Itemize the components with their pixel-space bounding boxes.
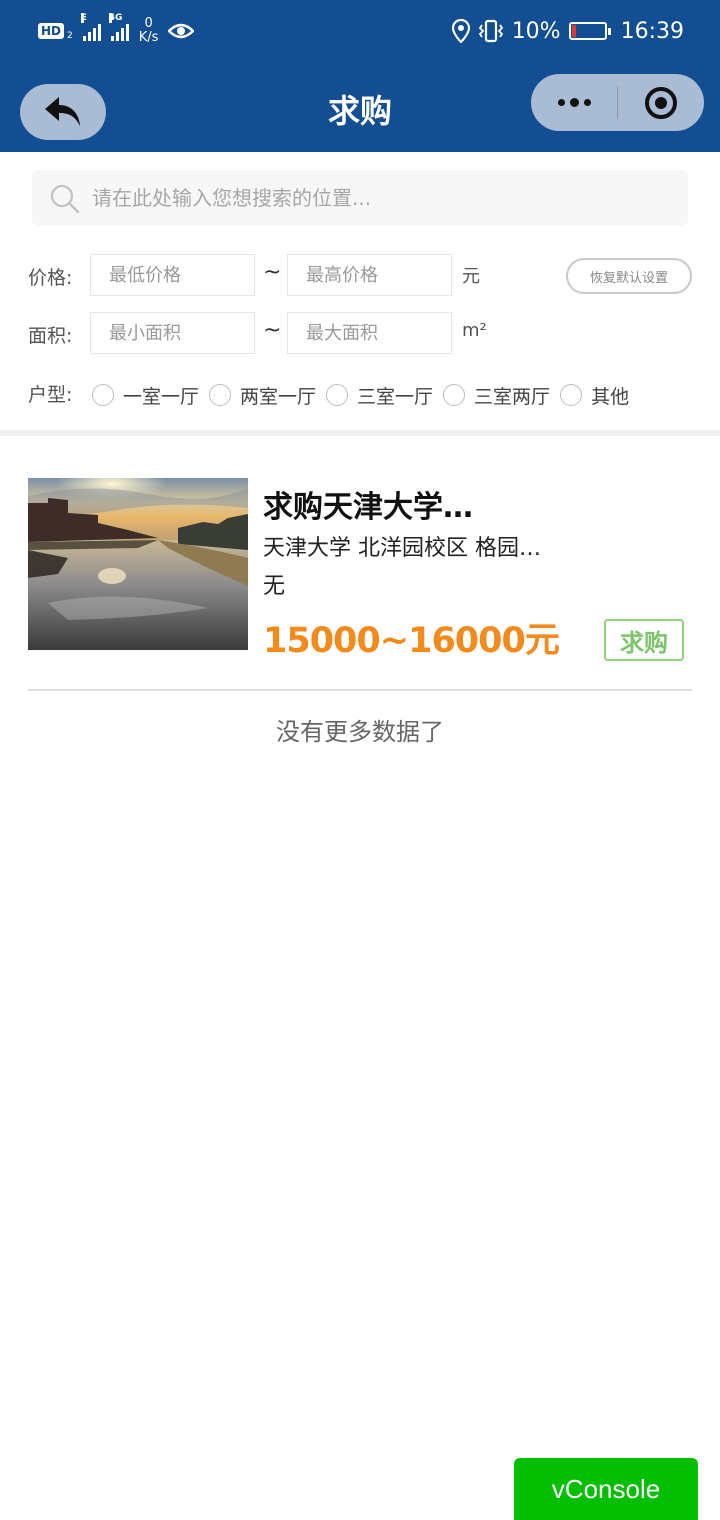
search-icon	[50, 184, 80, 214]
battery-percent: 10%	[511, 18, 561, 44]
radio-circle-icon[interactable]	[92, 384, 114, 406]
radio-circle-icon[interactable]	[209, 384, 232, 406]
battery-icon	[568, 22, 611, 40]
area-label: 面积:	[28, 325, 73, 347]
reset-defaults-button[interactable]: 恢复默认设置	[566, 258, 692, 294]
layout-option-label: 两室一厅	[240, 385, 317, 408]
section-divider	[0, 430, 720, 436]
status-right: 10% 16:39	[451, 14, 684, 48]
hd-icon: HD	[38, 23, 65, 39]
layout-option[interactable]: 其他	[560, 382, 629, 409]
listing-type-badge: 求购	[604, 619, 684, 661]
price-min-input[interactable]	[90, 254, 255, 296]
radio-circle-icon[interactable]	[560, 384, 583, 406]
vconsole-button[interactable]: vConsole	[514, 1458, 698, 1520]
network-type-label: E	[80, 13, 87, 23]
list-divider	[28, 689, 692, 691]
listing-photo	[28, 478, 248, 650]
price-range-separator: ~	[263, 260, 282, 285]
listing-extra: 无	[263, 574, 286, 599]
net-speed-value: 0	[144, 16, 153, 31]
layout-options: 一室一厅 两室一厅 三室一厅 三室两厅 其他	[92, 380, 639, 410]
signal-icon: E	[80, 13, 101, 41]
network-4g-label: 4G	[108, 13, 123, 23]
vibrate-icon	[478, 19, 503, 43]
end-of-list-text: 没有更多数据了	[276, 718, 444, 746]
mini-program-capsule	[531, 74, 704, 131]
signal-4g-icon: 4G	[108, 13, 129, 41]
listing-title: 求购天津大学…	[263, 490, 473, 525]
nav-bar: 求购	[0, 62, 720, 152]
listing-card[interactable]: 求购天津大学… 天津大学 北洋园校区 格园… 无 15000~16000元 求购	[28, 478, 692, 668]
listing-location: 天津大学 北洋园校区 格园…	[263, 536, 541, 561]
hd-sub-label: 2	[67, 31, 73, 41]
listing-price: 15000~16000元	[263, 621, 560, 661]
price-label: 价格:	[28, 267, 73, 289]
layout-option-label: 三室两厅	[474, 385, 551, 408]
layout-label: 户型:	[28, 384, 73, 406]
area-max-input[interactable]	[287, 312, 452, 354]
more-dots-icon	[557, 98, 591, 107]
net-speed: 0 K/s	[139, 17, 159, 45]
layout-option-label: 三室一厅	[357, 385, 434, 408]
net-speed-unit: K/s	[138, 30, 159, 45]
clock: 16:39	[620, 18, 684, 44]
area-unit: m²	[462, 320, 487, 341]
area-range-separator: ~	[263, 318, 282, 343]
status-left: HD 2 E 4G 0 K/s	[38, 12, 195, 50]
close-mini-program-button[interactable]	[618, 74, 704, 131]
more-button[interactable]	[531, 74, 617, 131]
location-icon	[451, 19, 470, 43]
eye-icon	[168, 23, 195, 39]
area-min-input[interactable]	[90, 312, 255, 354]
layout-option-label: 其他	[591, 385, 630, 408]
radio-circle-icon[interactable]	[326, 384, 349, 406]
price-max-input[interactable]	[287, 254, 452, 296]
target-close-icon	[645, 86, 677, 119]
layout-option[interactable]: 一室一厅	[92, 382, 199, 409]
search-bar	[32, 170, 688, 226]
price-unit: 元	[462, 266, 480, 287]
layout-option[interactable]: 三室两厅	[443, 382, 550, 409]
layout-option[interactable]: 两室一厅	[209, 382, 316, 409]
layout-option-label: 一室一厅	[123, 385, 200, 408]
layout-option[interactable]: 三室一厅	[326, 382, 433, 409]
status-bar: HD 2 E 4G 0 K/s 10% 16:39	[0, 0, 720, 62]
radio-circle-icon[interactable]	[443, 384, 466, 406]
search-input[interactable]	[92, 170, 672, 226]
